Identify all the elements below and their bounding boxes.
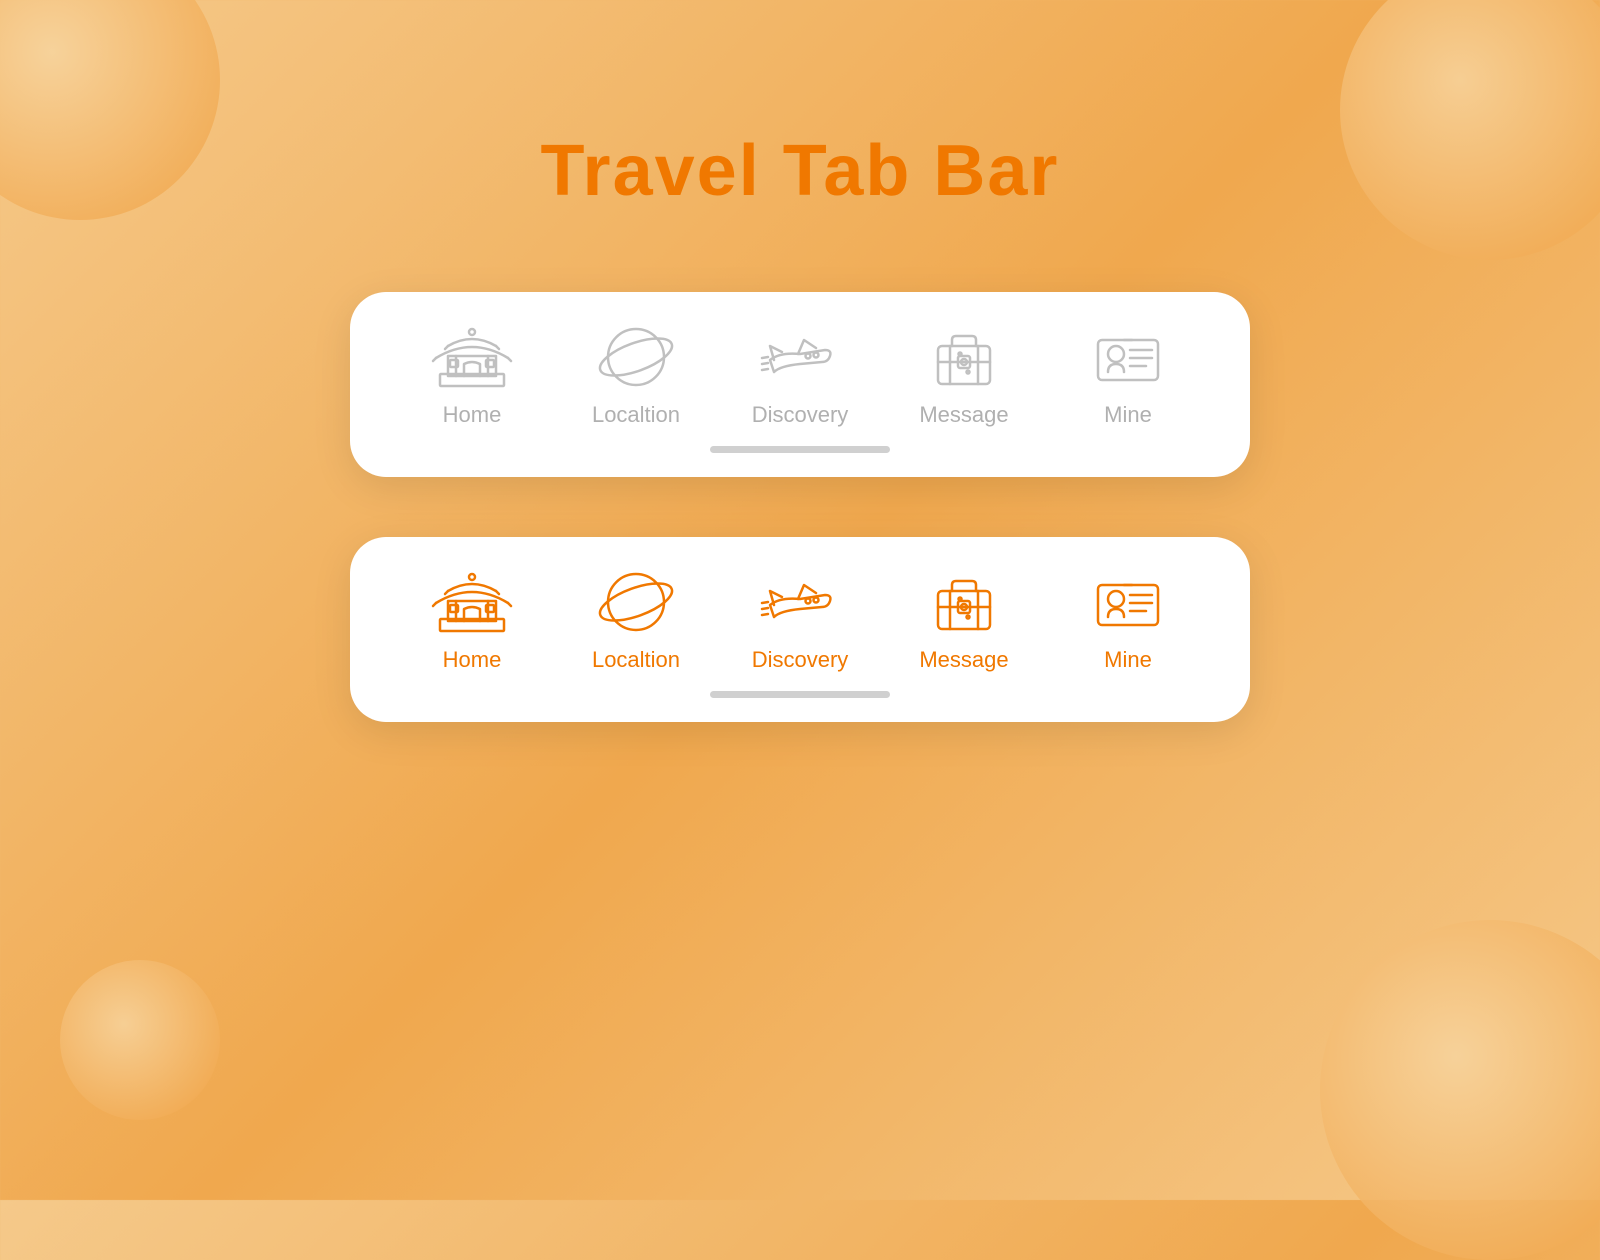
tab-bar-inactive-items: Home Localtion (390, 322, 1210, 428)
tab-message-active[interactable]: Message (884, 567, 1044, 673)
home-icon-active (432, 567, 512, 637)
tab-location-inactive[interactable]: Localtion (556, 322, 716, 428)
page-title: Travel Tab Bar (541, 130, 1060, 212)
tab-location-inactive-label: Localtion (592, 402, 680, 428)
tab-bar-active-items: Home Localtion (390, 567, 1210, 673)
tab-message-active-label: Message (919, 647, 1008, 673)
tab-mine-active-label: Mine (1104, 647, 1152, 673)
tab-message-inactive-label: Message (919, 402, 1008, 428)
decorative-circle-topleft (0, 0, 220, 220)
message-icon-active (924, 567, 1004, 637)
tab-location-active-label: Localtion (592, 647, 680, 673)
home-icon-inactive (432, 322, 512, 392)
tab-message-inactive[interactable]: Message (884, 322, 1044, 428)
message-icon-inactive (924, 322, 1004, 392)
tab-home-active[interactable]: Home (392, 567, 552, 673)
discovery-icon-inactive (760, 322, 840, 392)
mine-icon-inactive (1088, 322, 1168, 392)
tab-home-inactive[interactable]: Home (392, 322, 552, 428)
tab-indicator-active (710, 691, 890, 698)
tab-bar-active: Home Localtion (350, 537, 1250, 722)
tab-home-inactive-label: Home (443, 402, 502, 428)
location-icon-inactive (596, 322, 676, 392)
location-icon-active (596, 567, 676, 637)
tab-home-active-label: Home (443, 647, 502, 673)
tab-discovery-active[interactable]: Discovery (720, 567, 880, 673)
tab-discovery-inactive[interactable]: Discovery (720, 322, 880, 428)
tab-discovery-inactive-label: Discovery (752, 402, 849, 428)
tab-bar-inactive: Home Localtion (350, 292, 1250, 477)
tab-indicator-inactive (710, 446, 890, 453)
decorative-circle-bottomright (1320, 920, 1600, 1260)
tab-mine-inactive-label: Mine (1104, 402, 1152, 428)
decorative-circle-topright (1340, 0, 1600, 260)
decorative-circle-bottomleft (60, 960, 220, 1120)
tab-mine-inactive[interactable]: Mine (1048, 322, 1208, 428)
tab-location-active[interactable]: Localtion (556, 567, 716, 673)
discovery-icon-active (760, 567, 840, 637)
mine-icon-active (1088, 567, 1168, 637)
tab-mine-active[interactable]: Mine (1048, 567, 1208, 673)
tab-discovery-active-label: Discovery (752, 647, 849, 673)
